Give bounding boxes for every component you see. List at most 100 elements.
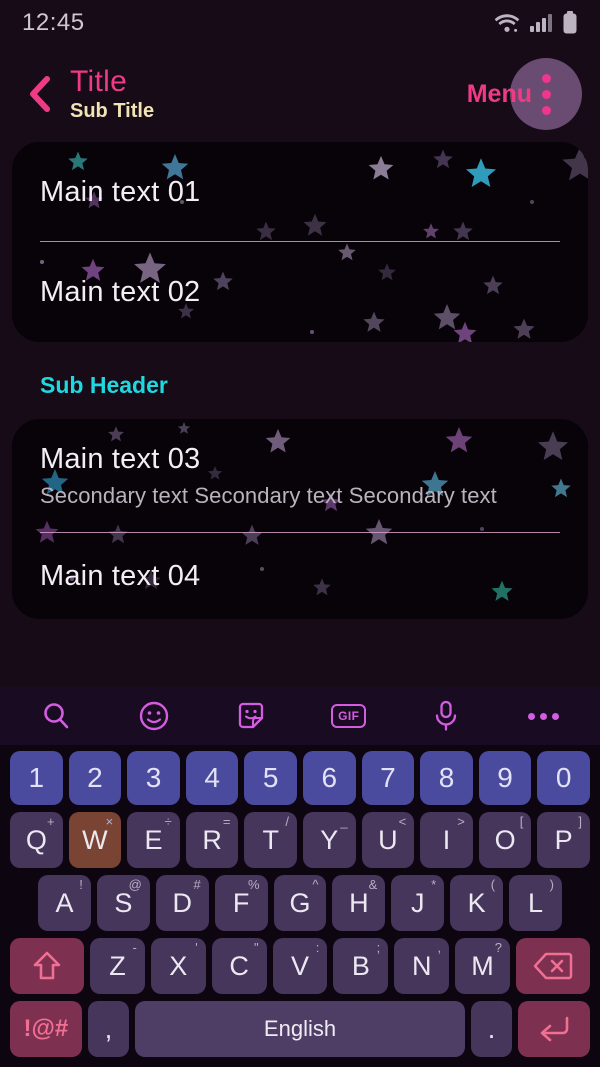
key-h[interactable]: & H [332, 875, 386, 931]
keyboard-row-numbers: 1 2 3 4 5 6 7 8 9 0 [4, 751, 596, 805]
key-u[interactable]: < U [361, 812, 415, 868]
key-s-sup: @ [128, 877, 142, 892]
key-9[interactable]: 9 [478, 751, 532, 805]
key-q[interactable]: + Q [10, 812, 63, 868]
key-i-sup: > [457, 814, 465, 829]
key-4[interactable]: 4 [185, 751, 239, 805]
key-t-label: T [262, 824, 279, 855]
key-8[interactable]: 8 [420, 751, 473, 805]
key-e-label: E [144, 824, 163, 855]
key-s[interactable]: @ S [96, 875, 150, 931]
phone-screen: 12: 45 Title Sub Title Menu Main text 01 … [0, 0, 600, 1067]
page-title: Title [70, 64, 128, 98]
microphone-icon[interactable] [424, 694, 468, 738]
key-l-label: L [528, 887, 544, 918]
key-3[interactable]: 3 [127, 751, 180, 805]
key-0[interactable]: 0 [537, 751, 590, 805]
more-vertical-icon-dot [541, 89, 551, 99]
key-n-sup: , [437, 940, 442, 955]
key-l-sup: ) [549, 877, 555, 892]
key-y-sup: _ [340, 814, 348, 829]
key-x-label: X [169, 950, 188, 981]
key-h-sup: & [368, 877, 378, 892]
key-n[interactable]: ,N [394, 938, 450, 994]
key-u-sup: < [398, 814, 407, 829]
key-g-sup: ^ [312, 877, 319, 892]
key-e[interactable]: ÷ E [127, 812, 180, 868]
key-p[interactable]: ] P [537, 812, 590, 868]
page-subtitle: Sub Title [70, 99, 155, 122]
key-e-sup: ÷ [164, 814, 172, 829]
list-item[interactable]: Main text 03 Secondary text Secondary te… [12, 419, 588, 532]
key-f-label: F [232, 887, 250, 918]
key-6[interactable]: 6 [303, 751, 356, 805]
key-d[interactable]: # D [155, 875, 209, 931]
key-f[interactable]: % F [214, 875, 268, 931]
menu-label[interactable]: Menu [467, 80, 532, 109]
key-i[interactable]: > I [420, 812, 473, 868]
keyboard-rows: 1 2 3 4 5 6 7 8 9 0 + Q × W ÷ E = R / T _ Y < U… [0, 745, 600, 1067]
backspace-key[interactable] [515, 938, 590, 994]
wifi-icon [494, 14, 520, 32]
key-w-sup: × [105, 814, 114, 829]
title-block: Title Sub Title [70, 64, 155, 123]
keyboard: GIF 1 2 3 4 5 6 7 8 9 0 + Q × W ÷ E = R … [0, 687, 600, 1067]
key-2[interactable]: 2 [68, 751, 122, 805]
key-g-label: G [289, 887, 311, 918]
more-vertical-icon-dot [541, 105, 551, 115]
key-u-label: U [378, 824, 398, 855]
key-w[interactable]: × W [68, 812, 122, 868]
back-button[interactable] [22, 71, 56, 117]
search-icon[interactable] [34, 694, 78, 738]
key-r[interactable]: = R [185, 812, 239, 868]
key-v[interactable]: :V [272, 938, 328, 994]
key-f-sup: % [248, 877, 260, 892]
list-item[interactable]: Main text 02 [12, 242, 588, 342]
keyboard-row-qwerty: + Q × W ÷ E = R / T _ Y < U > I [O ] P [4, 812, 596, 868]
key-g[interactable]: ^ G [273, 875, 327, 931]
key-z[interactable]: -Z [90, 938, 145, 994]
key-a[interactable]: ! A [38, 875, 91, 931]
key-a-label: A [55, 887, 74, 918]
list-item-main-text: Main text 02 [40, 276, 201, 308]
key-x-sup: ' [195, 940, 198, 955]
key-k[interactable]: (K [450, 875, 504, 931]
key-s-label: S [114, 887, 133, 918]
comma-key[interactable]: , [87, 1001, 130, 1057]
gif-icon[interactable]: GIF [327, 694, 371, 738]
period-key[interactable]: . [470, 1001, 513, 1057]
app-bar: Title Sub Title Menu [0, 46, 600, 142]
list-card-2: Main text 03 Secondary text Secondary te… [12, 419, 588, 619]
more-dots-glyph [528, 712, 560, 720]
sub-header: Sub Header [40, 372, 168, 398]
key-c[interactable]: " C [211, 938, 267, 994]
key-m[interactable]: ? M [455, 938, 510, 994]
key-1[interactable]: 1 [10, 751, 63, 805]
shift-arrow-icon [33, 951, 61, 980]
enter-key[interactable] [518, 1001, 590, 1057]
key-b[interactable]: ; B [333, 938, 389, 994]
signal-icon [530, 14, 552, 32]
key-y-label: Y [320, 824, 339, 855]
sticker-icon[interactable] [229, 694, 273, 738]
key-7[interactable]: 7 [361, 751, 415, 805]
space-key[interactable]: English [135, 1001, 465, 1057]
key-5[interactable]: 5 [244, 751, 297, 805]
key-j[interactable]: * J [391, 875, 445, 931]
key-t[interactable]: / T [244, 812, 297, 868]
list-item[interactable]: Main text 04 [12, 533, 588, 619]
emoji-icon[interactable] [132, 694, 176, 738]
list-item[interactable]: Main text 01 [12, 142, 588, 241]
key-c-sup: " [253, 940, 259, 955]
key-w-label: W [82, 824, 108, 855]
more-horizontal-icon[interactable] [522, 694, 566, 738]
shift-key[interactable] [10, 938, 85, 994]
key-o[interactable]: [O [478, 812, 532, 868]
key-l[interactable]: ) L [509, 875, 563, 931]
key-y[interactable]: _ Y [303, 812, 356, 868]
key-j-sup: * [431, 877, 437, 892]
symbols-key[interactable]: !@# [10, 1001, 82, 1057]
backspace-icon [533, 952, 573, 980]
key-x[interactable]: ' X [150, 938, 206, 994]
key-v-sup: : [315, 940, 320, 955]
